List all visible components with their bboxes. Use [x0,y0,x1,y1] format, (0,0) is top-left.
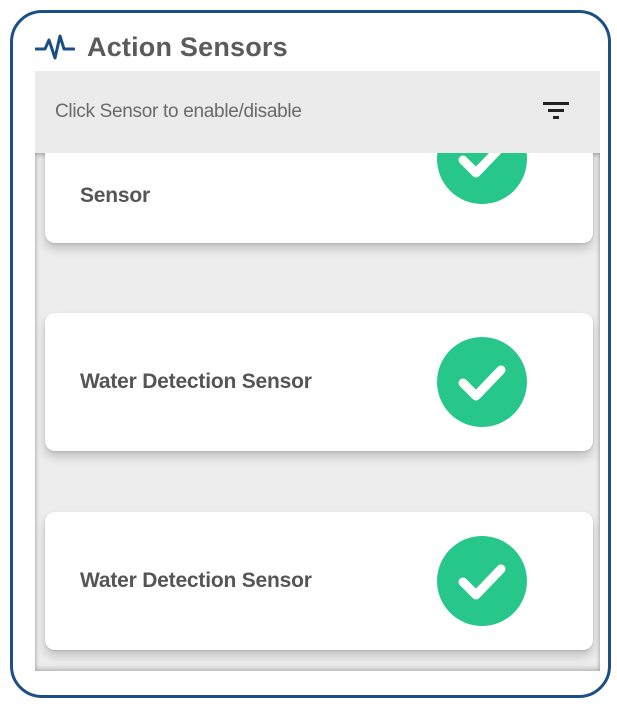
pulse-icon [34,32,76,62]
sensor-label: Water Detection Sensor [80,569,312,592]
filter-button[interactable] [534,90,578,134]
sensor-card[interactable]: Water Detection Sensor [45,512,593,650]
sensor-card[interactable]: Sensor [45,153,593,243]
panel-header: Action Sensors [34,27,288,67]
sensor-label: Sensor [80,184,150,207]
sensor-list[interactable]: Sensor Water Detection Sensor Water Dete… [35,153,600,671]
sensor-toolbar: Click Sensor to enable/disable [35,71,600,153]
check-circle-icon [437,337,527,427]
check-circle-icon [437,153,527,204]
toggle-hint: Click Sensor to enable/disable [55,101,302,122]
page-title: Action Sensors [87,31,288,62]
check-circle-icon [437,536,527,626]
action-sensors-panel: Action Sensors Click Sensor to enable/di… [10,10,611,698]
sensor-label: Water Detection Sensor [80,370,312,393]
filter-icon [543,99,569,126]
sensor-card[interactable]: Water Detection Sensor [45,313,593,451]
